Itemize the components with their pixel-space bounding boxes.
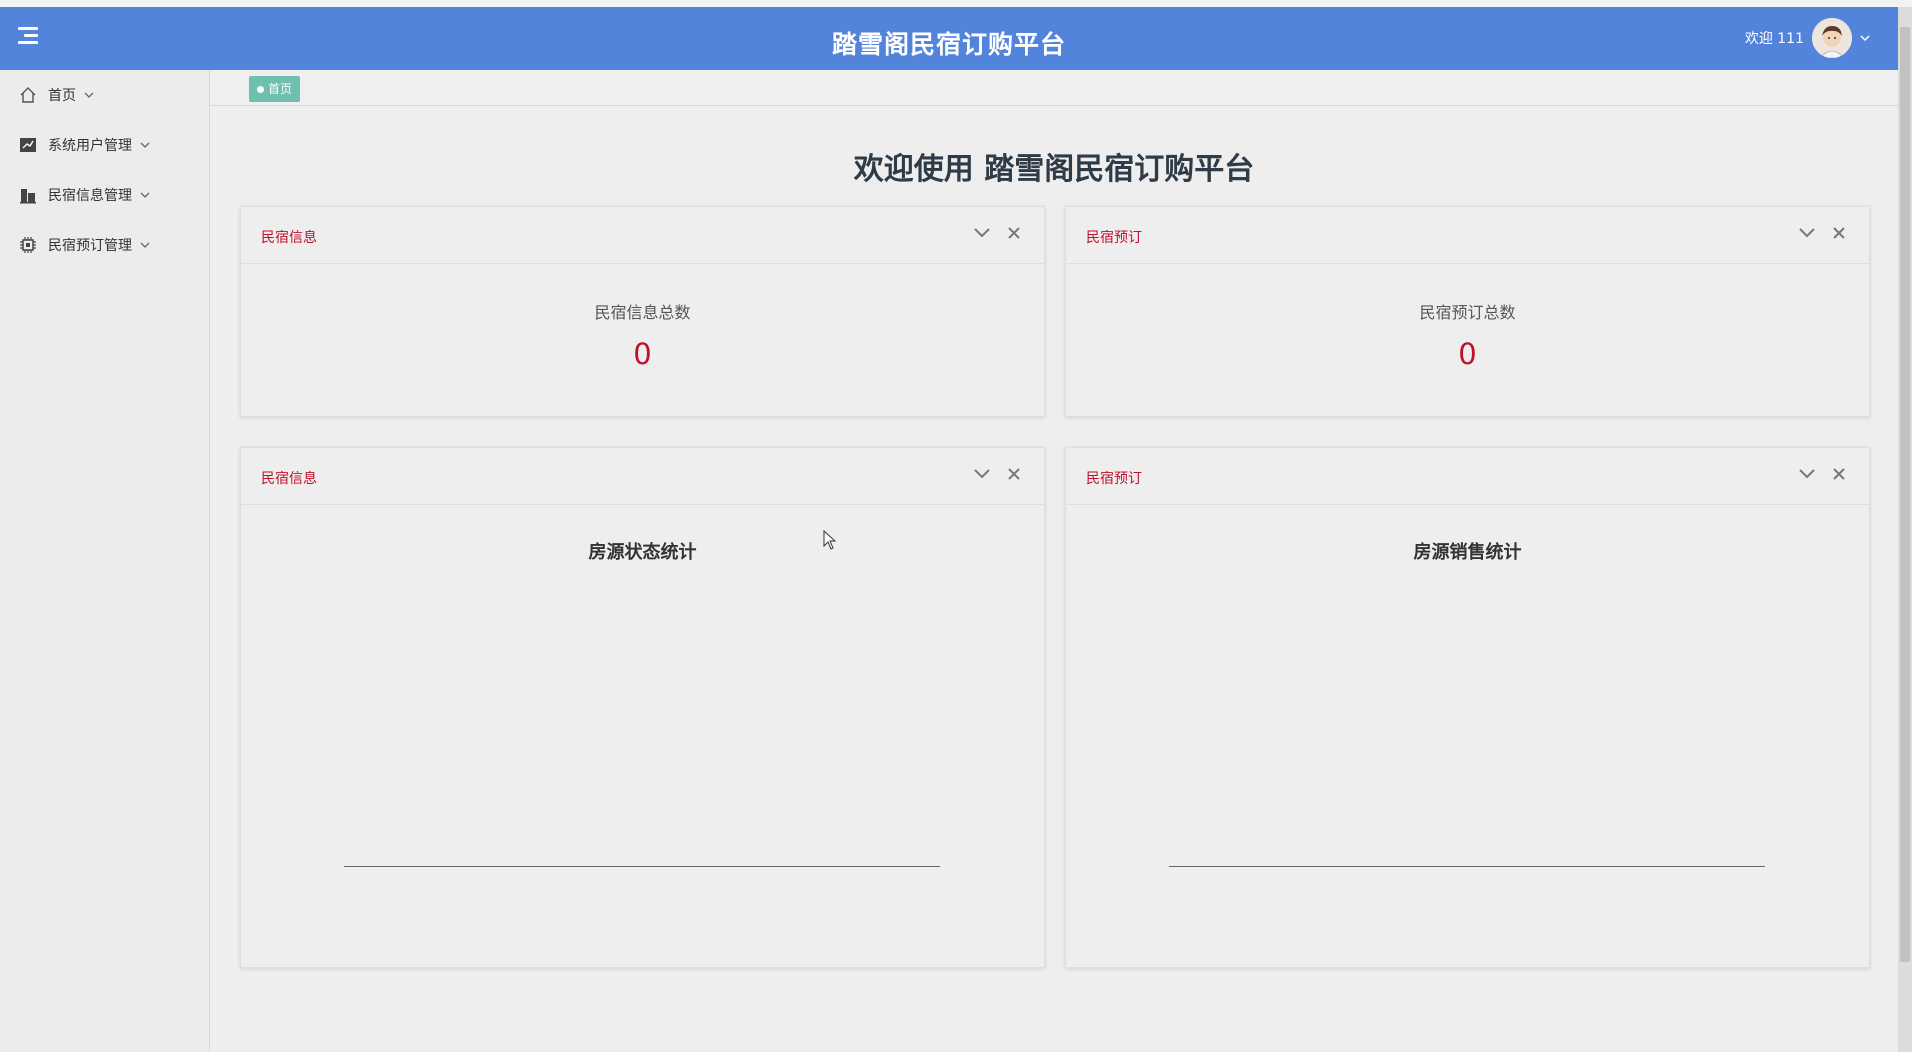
- chart-title: 房源状态统计: [588, 542, 697, 563]
- sidebar-item-home[interactable]: 首页: [0, 70, 209, 120]
- page-title: 欢迎使用 踏雪阁民宿订购平台: [853, 152, 1255, 187]
- close-icon[interactable]: [1004, 223, 1024, 243]
- sidebar-item-homestay-info[interactable]: 民宿信息管理: [0, 170, 209, 220]
- close-icon[interactable]: [1829, 223, 1849, 243]
- stat-value: 0: [1458, 337, 1477, 371]
- chart-title: 房源销售统计: [1413, 542, 1522, 563]
- tab-label: 首页: [268, 82, 293, 96]
- page-scrollbar[interactable]: [1898, 7, 1912, 1052]
- tab-bar: 首页: [210, 70, 1898, 106]
- panel-title: 民宿信息: [261, 471, 317, 487]
- chevron-down-icon[interactable]: [1797, 223, 1817, 243]
- chevron-down-icon[interactable]: [1797, 464, 1817, 484]
- stat-card-homestay-info: 民宿信息 民宿信息总数 0: [240, 206, 1045, 417]
- tab-dot-icon: [257, 86, 264, 93]
- close-icon[interactable]: [1004, 464, 1024, 484]
- building-icon: [18, 185, 38, 205]
- sidebar-item-system-users[interactable]: 系统用户管理: [0, 120, 209, 170]
- top-strip: [0, 0, 1912, 7]
- chevron-down-icon: [84, 89, 94, 102]
- top-header: 踏雪阁民宿订购平台 欢迎 111: [0, 7, 1898, 70]
- panel-title: 民宿预订: [1086, 471, 1142, 487]
- panel-header: 民宿预订: [1066, 207, 1869, 264]
- chevron-down-icon[interactable]: [972, 223, 992, 243]
- chevron-down-icon[interactable]: [972, 464, 992, 484]
- sidebar: 首页 系统用户管理 民宿信息管理 民宿预订管理: [0, 70, 210, 1052]
- welcome-text: 欢迎 111: [1744, 31, 1804, 47]
- panel-header: 民宿信息: [241, 207, 1044, 264]
- chart-icon: [18, 135, 38, 155]
- tab-home[interactable]: 首页: [249, 76, 301, 102]
- avatar[interactable]: [1812, 18, 1852, 58]
- sidebar-item-label: 系统用户管理: [48, 138, 132, 154]
- mouse-cursor-icon: [823, 529, 837, 554]
- panel-header: 民宿预订: [1066, 448, 1869, 505]
- stat-label: 民宿预订总数: [1419, 303, 1516, 322]
- app-title: 踏雪阁民宿订购平台: [831, 30, 1066, 59]
- sidebar-item-label: 民宿预订管理: [48, 238, 132, 254]
- chevron-down-icon: [140, 189, 150, 202]
- chart-panel-room-sales: 民宿预订 房源销售统计: [1065, 447, 1870, 968]
- panel-header: 民宿信息: [241, 448, 1044, 505]
- sidebar-item-homestay-booking[interactable]: 民宿预订管理: [0, 220, 209, 270]
- stat-label: 民宿信息总数: [594, 303, 691, 322]
- close-icon[interactable]: [1829, 464, 1849, 484]
- chevron-down-icon: [140, 139, 150, 152]
- stat-value: 0: [633, 337, 652, 371]
- panel-title: 民宿信息: [261, 230, 317, 246]
- home-icon: [18, 85, 38, 105]
- chevron-down-icon: [140, 239, 150, 252]
- sidebar-item-label: 首页: [48, 88, 76, 104]
- chip-icon: [18, 235, 38, 255]
- panel-title: 民宿预订: [1086, 230, 1142, 246]
- stat-card-homestay-booking: 民宿预订 民宿预订总数 0: [1065, 206, 1870, 417]
- chart-x-axis: [1169, 866, 1765, 867]
- sidebar-item-label: 民宿信息管理: [48, 188, 132, 204]
- user-menu[interactable]: 欢迎 111: [1745, 15, 1870, 61]
- chevron-down-icon[interactable]: [1860, 31, 1870, 45]
- scrollbar-thumb[interactable]: [1900, 27, 1910, 962]
- chart-x-axis: [344, 866, 940, 867]
- chart-panel-room-status: 民宿信息 房源状态统计: [240, 447, 1045, 968]
